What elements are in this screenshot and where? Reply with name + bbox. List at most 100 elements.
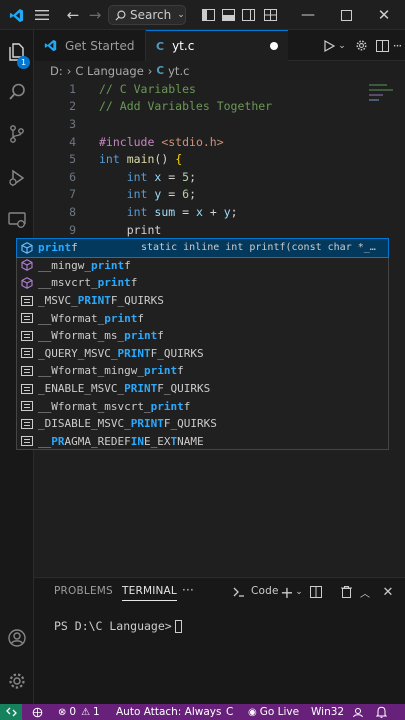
extensions-status-icon[interactable] xyxy=(32,704,43,720)
suggestion-item[interactable]: __PRAGMA_REDEFINE_EXTNAME xyxy=(17,433,388,451)
line-number: 2 xyxy=(69,99,76,114)
code-line: 3 xyxy=(34,115,405,133)
command-center-search[interactable]: Search ⌄ xyxy=(108,5,186,25)
suggestion-item[interactable]: _ENABLE_MSVC_PRINTF_QUIRKS xyxy=(17,380,388,398)
suggestion-label: _MSVC_PRINTF_QUIRKS xyxy=(38,294,164,308)
toggle-panel-icon[interactable] xyxy=(220,0,236,30)
menu-icon[interactable] xyxy=(32,0,52,30)
remote-indicator-icon[interactable] xyxy=(0,704,22,720)
line-number: 4 xyxy=(69,134,76,149)
breadcrumb-file[interactable]: yt.c xyxy=(168,64,189,78)
account-icon[interactable] xyxy=(0,620,34,656)
remote-explorer-icon[interactable] xyxy=(0,202,34,238)
run-play-icon[interactable] xyxy=(320,30,338,61)
toggle-secondary-sidebar-icon[interactable] xyxy=(240,0,256,30)
platform-status[interactable]: Win32 xyxy=(311,704,344,720)
suggestion-item[interactable]: _QUERY_MSVC_PRINTF_QUIRKS xyxy=(17,345,388,363)
unsaved-dot-icon[interactable] xyxy=(270,42,278,50)
suggestion-item[interactable]: _DISABLE_MSVC_PRINTF_QUIRKS xyxy=(17,415,388,433)
tab-terminal[interactable]: TERMINAL xyxy=(122,585,177,601)
go-live-status[interactable]: ◉ Go Live xyxy=(248,704,299,720)
source-control-icon[interactable] xyxy=(0,116,34,152)
problems-status[interactable]: ⊗ 0 ⚠ 1 xyxy=(58,704,100,720)
suggestion-label: __mingw_printf xyxy=(38,258,131,272)
code-line: 5 int main() { xyxy=(34,150,405,168)
minimize-icon[interactable]: — xyxy=(298,0,318,30)
suggestion-item[interactable]: __msvcrt_printf xyxy=(17,274,388,292)
trash-icon[interactable] xyxy=(338,582,354,602)
notifications-bell-icon[interactable] xyxy=(376,704,387,720)
suggestion-item[interactable]: __mingw_printf xyxy=(17,257,388,275)
panel-more-icon[interactable]: ··· xyxy=(182,583,194,597)
code-line: 1 // C Variables xyxy=(34,80,405,98)
split-terminal-icon[interactable] xyxy=(308,582,324,602)
code-line: 6 int x = 5; xyxy=(34,168,405,186)
maximize-panel-chevron-up-icon[interactable]: ︿ xyxy=(358,582,372,602)
breadcrumb: D: › C Language › C yt.c xyxy=(50,62,189,80)
terminal-name[interactable]: Code xyxy=(251,585,279,597)
manage-gear-icon[interactable] xyxy=(0,663,34,699)
macro-symbol-icon xyxy=(20,365,34,377)
settings-gear-icon[interactable] xyxy=(352,30,370,61)
suggestion-label: __Wformat_msvcrt_printf xyxy=(38,399,191,413)
code-text: // C Variables xyxy=(99,81,196,96)
terminal-cursor xyxy=(174,619,182,633)
title-bar: ← → Search ⌄ — ✕ xyxy=(0,0,405,30)
code-line: 4 #include <stdio.h> xyxy=(34,133,405,151)
tab-label: Get Started xyxy=(65,38,135,53)
suggestion-label: printf xyxy=(38,241,78,255)
suggestion-label: _QUERY_MSVC_PRINTF_QUIRKS xyxy=(38,346,204,360)
run-dropdown-chevron-icon[interactable]: ⌄ xyxy=(337,30,347,61)
suggestion-item[interactable]: __Wformat_ms_printf xyxy=(17,327,388,345)
macro-symbol-icon xyxy=(20,383,34,395)
terminal-prompt: PS D:\C Language> xyxy=(54,619,172,633)
terminal-dropdown-chevron-icon[interactable]: ⌄ xyxy=(294,582,304,602)
tab-problems[interactable]: PROBLEMS xyxy=(54,585,113,597)
split-editor-icon[interactable] xyxy=(374,30,390,61)
code-text: int sum = x + y; xyxy=(126,204,238,219)
suggestion-item-selected[interactable]: printf static inline int printf(const cha… xyxy=(16,238,389,258)
forward-arrow-icon[interactable]: → xyxy=(86,0,104,30)
explorer-icon[interactable]: 1 xyxy=(0,34,34,70)
macro-symbol-icon xyxy=(20,330,34,342)
suggestion-label: __Wformat_ms_printf xyxy=(38,329,164,343)
auto-attach-status[interactable]: Auto Attach: Always xyxy=(116,704,222,720)
suggestion-label: __Wformat_mingw_printf xyxy=(38,364,184,378)
tab-get-started[interactable]: Get Started xyxy=(34,30,146,61)
close-window-icon[interactable]: ✕ xyxy=(374,0,394,30)
terminal-output[interactable]: PS D:\C Language> xyxy=(54,619,182,633)
macro-symbol-icon xyxy=(20,418,34,430)
back-arrow-icon[interactable]: ← xyxy=(64,0,82,30)
more-actions-icon[interactable]: ··· xyxy=(390,30,404,61)
search-icon[interactable] xyxy=(0,74,34,110)
suggestion-label: _ENABLE_MSVC_PRINTF_QUIRKS xyxy=(38,382,211,396)
chevron-right-icon: › xyxy=(147,64,153,78)
suggestion-item[interactable]: _MSVC_PRINTF_QUIRKS xyxy=(17,292,388,310)
breadcrumb-drive[interactable]: D: xyxy=(50,64,63,78)
line-number: 6 xyxy=(69,169,76,184)
suggestion-item[interactable]: __Wformat_mingw_printf xyxy=(17,362,388,380)
suggestion-item[interactable]: __Wformat_msvcrt_printf xyxy=(17,397,388,415)
code-text: print xyxy=(99,222,162,237)
breadcrumb-folder[interactable]: C Language xyxy=(75,64,143,78)
tab-yt-c[interactable]: C yt.c xyxy=(146,30,288,61)
run-and-debug-icon[interactable] xyxy=(0,160,34,196)
line-number: 7 xyxy=(69,187,76,202)
line-number: 8 xyxy=(69,204,76,219)
maximize-icon[interactable] xyxy=(336,0,356,30)
code-line: 8 int sum = x + y; xyxy=(34,203,405,221)
toggle-primary-sidebar-icon[interactable] xyxy=(200,0,216,30)
macro-symbol-icon xyxy=(20,295,34,307)
new-terminal-plus-icon[interactable]: + xyxy=(280,582,294,602)
tab-label: yt.c xyxy=(172,39,195,53)
suggestion-item[interactable]: __Wformat_printf xyxy=(17,309,388,327)
feedback-icon[interactable] xyxy=(352,704,364,720)
language-mode-status[interactable]: C xyxy=(226,704,233,720)
minimap[interactable] xyxy=(369,84,393,124)
suggestion-label: __PRAGMA_REDEFINE_EXTNAME xyxy=(38,434,204,448)
line-number: 5 xyxy=(69,152,76,167)
customize-layout-icon[interactable] xyxy=(262,0,278,30)
code-line: 9 print xyxy=(34,221,405,239)
warning-icon: ⚠ xyxy=(81,706,91,718)
close-panel-icon[interactable]: ✕ xyxy=(380,582,396,602)
